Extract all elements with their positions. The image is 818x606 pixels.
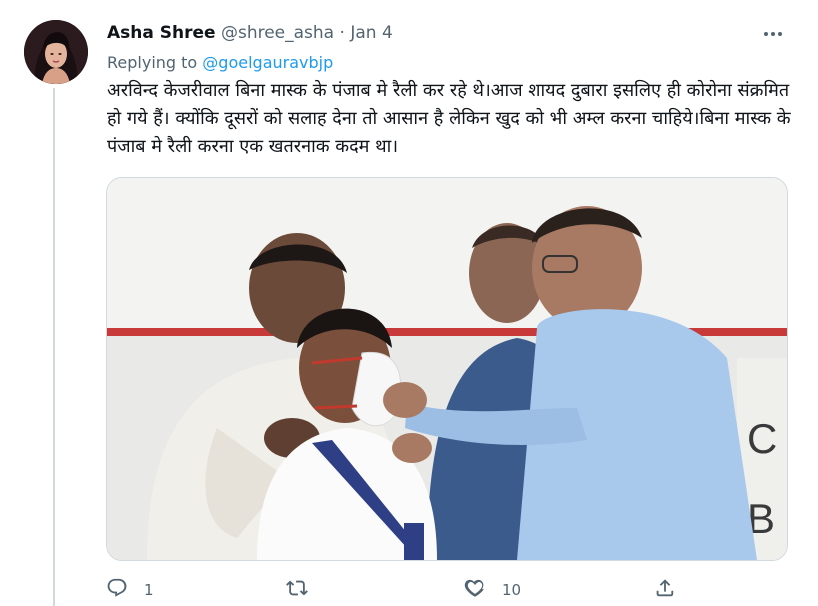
share-button[interactable]	[654, 574, 676, 606]
heart-icon	[464, 577, 486, 603]
author-name[interactable]: Asha Shree	[107, 23, 216, 43]
replying-to: Replying to @goelgauravbjp	[107, 53, 333, 73]
tweet-photo[interactable]: C B	[106, 177, 788, 561]
author-handle[interactable]: @shree_asha	[221, 23, 334, 43]
replying-to-label: Replying to	[107, 53, 198, 72]
retweet-button[interactable]	[286, 574, 324, 606]
reply-mention-link[interactable]: @goelgauravbjp	[202, 53, 333, 72]
share-icon	[654, 577, 676, 603]
avatar[interactable]	[24, 20, 88, 84]
tweet-header: Asha Shree @shree_asha · Jan 4	[107, 22, 393, 44]
reply-icon	[106, 577, 128, 603]
tweet-actions: 1 10	[100, 574, 700, 606]
sign-letter-c: C	[747, 415, 777, 462]
tweet-text: अरविन्द केजरीवाल बिना मास्क के पंजाब मे …	[107, 80, 791, 157]
thread-line	[53, 88, 55, 606]
more-dots-icon[interactable]	[757, 22, 789, 46]
like-button[interactable]: 10	[464, 574, 521, 606]
tweet-date[interactable]: Jan 4	[350, 23, 392, 43]
header-separator: ·	[339, 23, 345, 43]
like-count: 10	[502, 581, 522, 599]
reply-count: 1	[144, 581, 154, 599]
reply-button[interactable]: 1	[106, 574, 154, 606]
retweet-icon	[286, 577, 308, 603]
tweet-card[interactable]: Asha Shree @shree_asha · Jan 4 Replying …	[0, 0, 818, 606]
